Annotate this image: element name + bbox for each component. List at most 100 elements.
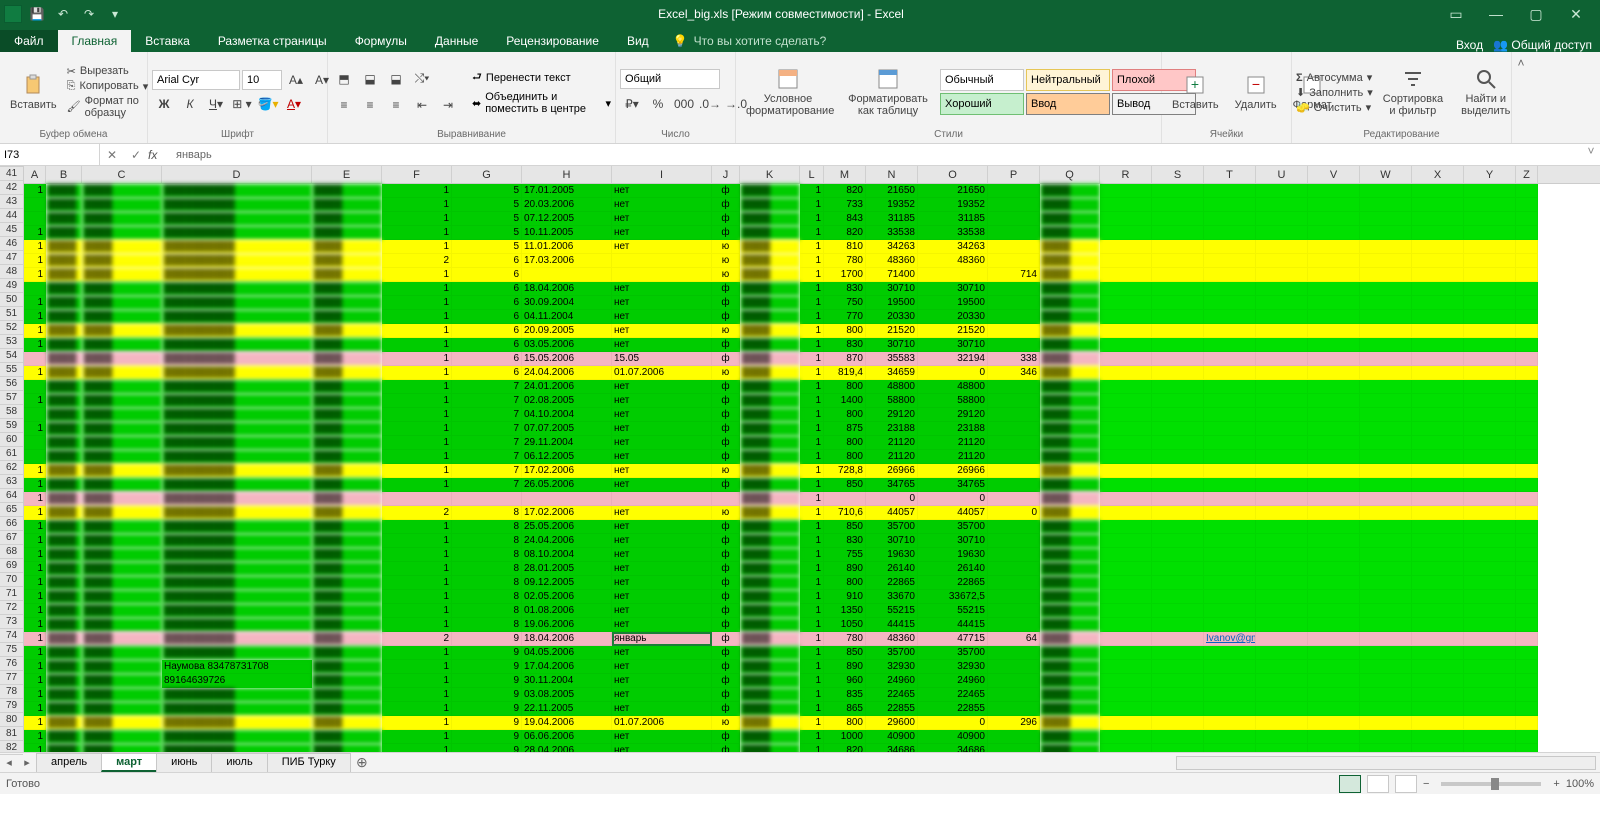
cell[interactable] [1308,702,1360,716]
cell[interactable] [1204,282,1256,296]
cell[interactable] [1100,492,1152,506]
cell[interactable]: 1 [382,212,452,226]
cell[interactable]: 1 [382,394,452,408]
cell[interactable]: ████ [82,520,162,534]
cell[interactable]: ████ [1040,520,1100,534]
cell[interactable]: ████ [740,464,800,478]
cell[interactable]: 20330 [866,310,918,324]
cell[interactable]: 9 [452,702,522,716]
cell[interactable]: нет [612,226,712,240]
cell[interactable] [24,198,46,212]
cell[interactable]: 1050 [824,618,866,632]
cell[interactable]: 8 [452,534,522,548]
expand-formula-bar-icon[interactable]: ˅ [1582,144,1600,165]
cell[interactable]: 1 [24,226,46,240]
cell[interactable] [1412,184,1464,198]
cell[interactable]: 04.11.2004 [522,310,612,324]
row-header[interactable]: 58 [0,405,23,419]
cell[interactable] [1360,702,1412,716]
cell[interactable] [1516,562,1538,576]
cell[interactable]: ████ [740,366,800,380]
cell[interactable] [1412,548,1464,562]
column-header-V[interactable]: V [1308,166,1360,183]
table-row[interactable]: 1██████████████████████1511.01.2006нетю█… [24,240,1600,254]
cell[interactable]: 17.02.2006 [522,506,612,520]
cell[interactable]: 8 [452,548,522,562]
cell[interactable]: 20330 [918,310,988,324]
tab-review[interactable]: Рецензирование [492,30,613,52]
cell[interactable] [988,702,1040,716]
cell[interactable]: ████ [312,324,382,338]
row-header[interactable]: 59 [0,419,23,433]
cell[interactable] [1464,450,1516,464]
row-header[interactable]: 52 [0,321,23,335]
cell[interactable]: ф [712,212,740,226]
format-as-table-button[interactable]: Форматировать как таблицу [840,65,936,119]
cell[interactable]: ████ [46,240,82,254]
cell[interactable] [1152,408,1204,422]
cell[interactable]: 55215 [866,604,918,618]
cell[interactable]: 1 [24,268,46,282]
cell[interactable]: ████ [46,744,82,752]
formula-input[interactable]: январь [172,149,1582,161]
cell-styles-gallery[interactable]: Обычный Нейтральный Плохой Хороший Ввод … [940,69,1196,115]
borders-button[interactable]: ⊞ ▾ [230,93,254,115]
cell[interactable]: ██████████ [162,534,312,548]
table-row[interactable]: 1████████ 89164639726████1930.11.2004нет… [24,674,1600,688]
cell[interactable]: 1 [800,184,824,198]
cell[interactable] [988,422,1040,436]
cell[interactable] [1412,254,1464,268]
cell[interactable]: 22.11.2005 [522,702,612,716]
cell[interactable]: 5 [452,198,522,212]
view-page-layout-icon[interactable] [1367,775,1389,793]
table-row[interactable]: 1██████████████████████1604.11.2004нетф█… [24,310,1600,324]
cell[interactable] [1152,548,1204,562]
cell[interactable] [1464,226,1516,240]
cell[interactable]: ████ [46,562,82,576]
cell[interactable]: ████ [1040,324,1100,338]
cell[interactable]: ████ [46,576,82,590]
cell[interactable]: ████ [46,422,82,436]
cell[interactable] [1308,240,1360,254]
cell[interactable]: 1 [800,324,824,338]
cell[interactable] [1360,184,1412,198]
cell[interactable]: 01.08.2006 [522,604,612,618]
cell[interactable]: 800 [824,450,866,464]
cell[interactable]: 2 [382,254,452,268]
style-neutral[interactable]: Нейтральный [1026,69,1110,91]
cell[interactable]: 800 [824,324,866,338]
cell[interactable]: ████ [1040,338,1100,352]
cell[interactable]: 15.05 [612,352,712,366]
cell[interactable]: 9 [452,660,522,674]
cell[interactable] [1152,324,1204,338]
cell[interactable]: ████ [1040,408,1100,422]
cell[interactable]: нет [612,464,712,478]
cell[interactable]: ████ [82,408,162,422]
cell[interactable] [1100,268,1152,282]
cell[interactable]: 1 [800,366,824,380]
column-header-A[interactable]: A [24,166,46,183]
cell[interactable]: ████ [82,716,162,730]
cell[interactable]: ████ [82,380,162,394]
cell[interactable]: 1 [24,562,46,576]
cell[interactable]: ████ [740,562,800,576]
cell[interactable]: 780 [824,632,866,646]
cell[interactable] [988,492,1040,506]
cell[interactable] [1516,254,1538,268]
cell[interactable]: ████ [46,408,82,422]
cell[interactable] [1256,422,1308,436]
cell[interactable] [1516,492,1538,506]
cell[interactable]: 1 [24,632,46,646]
cell[interactable]: 830 [824,338,866,352]
row-header[interactable]: 55 [0,363,23,377]
cell[interactable]: ф [712,688,740,702]
cell[interactable]: ████ [312,604,382,618]
cell[interactable]: ████ [82,282,162,296]
column-header-I[interactable]: I [612,166,712,183]
cell[interactable]: ф [712,674,740,688]
cell[interactable] [918,268,988,282]
cell[interactable]: нет [612,296,712,310]
cell[interactable] [1464,702,1516,716]
cell[interactable]: ████ [82,604,162,618]
indent-inc-icon[interactable]: ⇥ [436,94,460,116]
